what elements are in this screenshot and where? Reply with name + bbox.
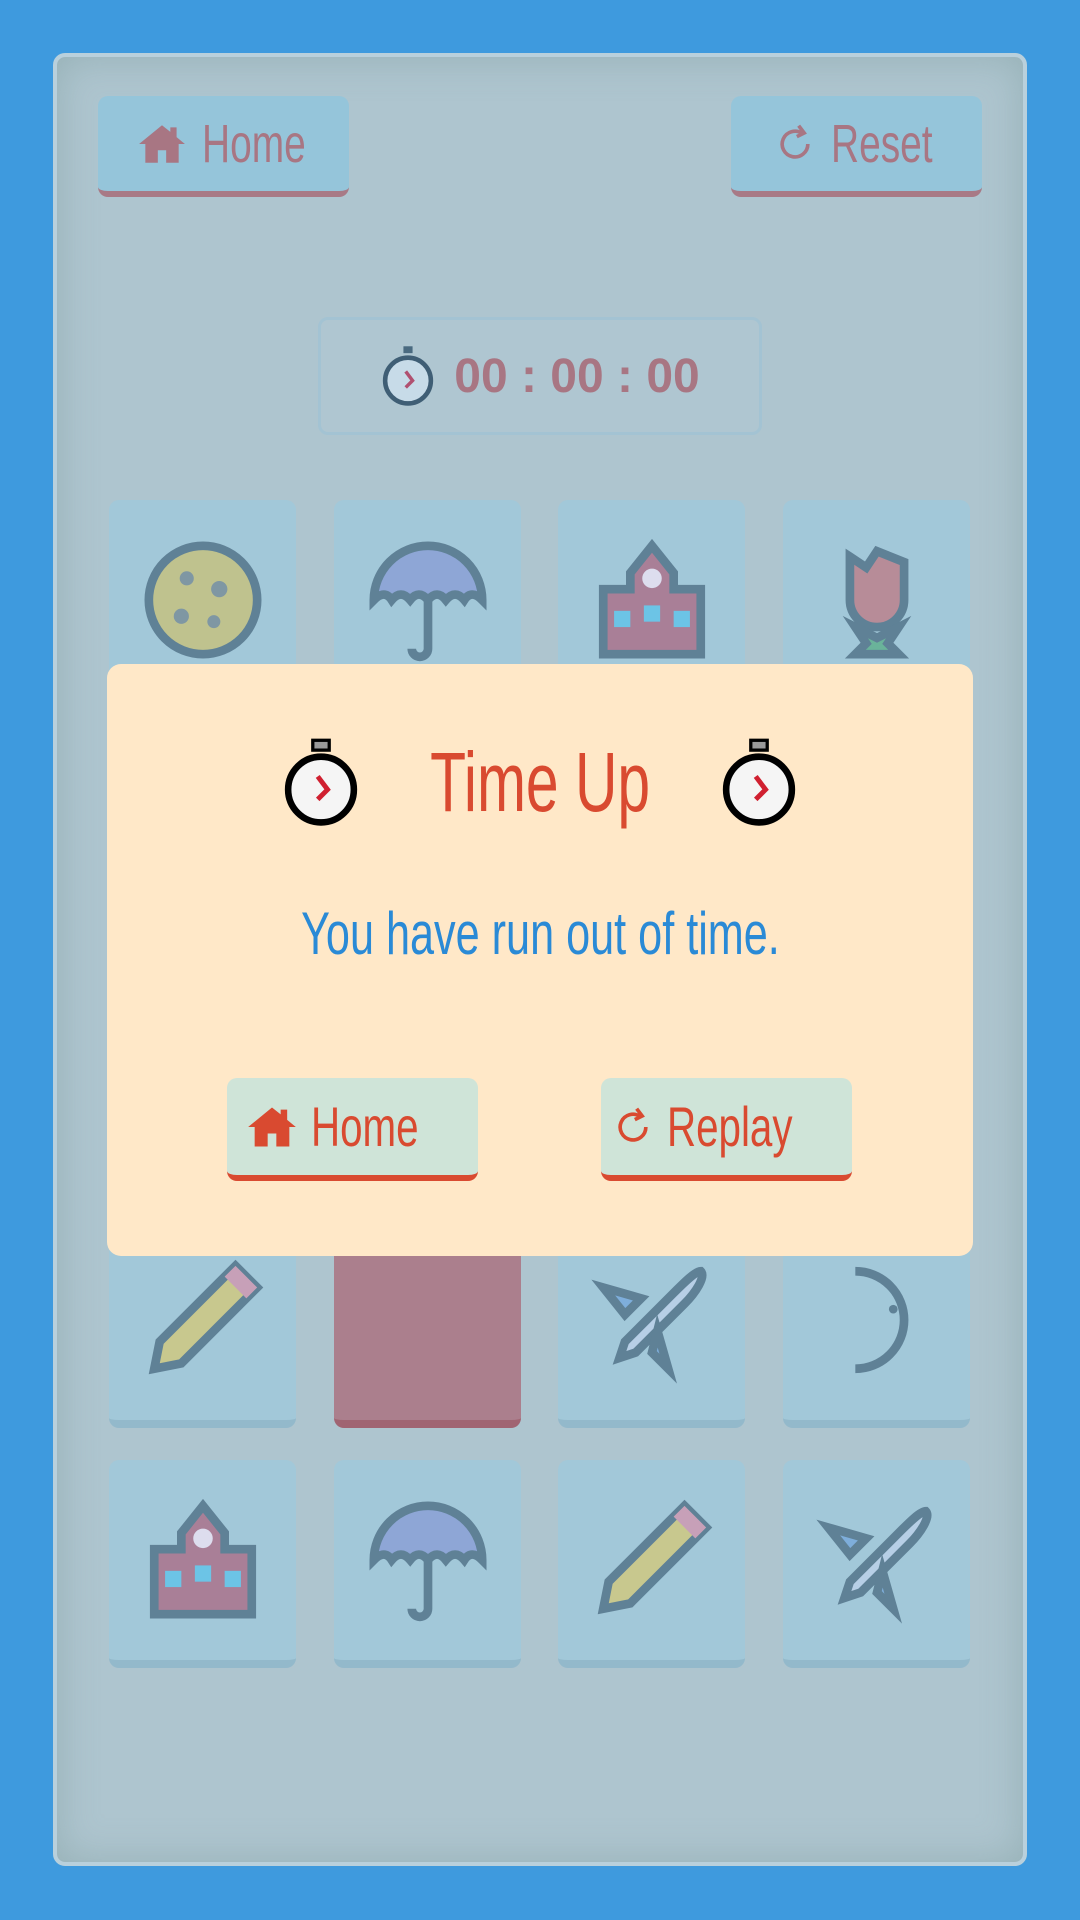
card-school[interactable] (109, 1460, 296, 1668)
replay-label: Replay (667, 1095, 793, 1158)
stopwatch-icon (722, 738, 796, 826)
rose-icon (842, 545, 911, 659)
airplane-icon (815, 1506, 931, 1624)
school-icon (598, 538, 705, 659)
reset-label: Reset (830, 113, 933, 174)
stopwatch-icon (284, 738, 358, 826)
dialog-home-label: Home (310, 1095, 419, 1158)
card-pencil[interactable] (558, 1460, 745, 1668)
umbrella-icon (368, 1501, 487, 1622)
umbrella-icon (368, 541, 487, 662)
timer-display: 00 : 00 : 00 (318, 317, 762, 435)
pencil-icon (597, 1499, 712, 1615)
school-icon (149, 1498, 256, 1619)
reload-icon (779, 124, 810, 159)
timer-value: 00 : 00 : 00 (454, 349, 700, 403)
dialog-home-button[interactable]: Home (227, 1078, 478, 1181)
card-umbrella[interactable] (334, 1460, 521, 1668)
cookie-icon (144, 541, 261, 659)
stopwatch-icon (383, 346, 434, 406)
home-button[interactable]: Home (98, 96, 349, 197)
dialog-message: You have run out of time. (300, 900, 780, 967)
home-icon (247, 1107, 296, 1146)
moon-icon (854, 1266, 908, 1374)
airplane-icon (590, 1266, 706, 1384)
reset-button[interactable]: Reset (731, 96, 982, 197)
time-up-dialog: Time Up You have run out of time. Home R… (107, 664, 973, 1256)
home-label: Home (201, 113, 306, 174)
replay-button[interactable]: Replay (601, 1078, 852, 1181)
card-airplane[interactable] (783, 1460, 970, 1668)
dialog-title: Time Up (429, 735, 650, 829)
pencil-icon (148, 1259, 263, 1375)
home-icon (138, 124, 185, 163)
reload-icon (618, 1107, 648, 1142)
